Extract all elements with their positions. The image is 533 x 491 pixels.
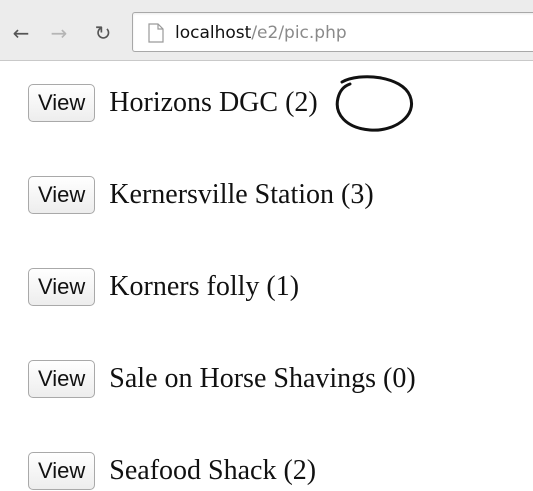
- item-name: Sale on Horse Shavings (0): [109, 363, 416, 394]
- list-item: View Horizons DGC (2): [28, 83, 318, 123]
- view-button[interactable]: View: [28, 84, 96, 122]
- item-name: Horizons DGC (2): [109, 87, 318, 118]
- list-item: View Korners folly (1): [28, 267, 299, 307]
- list-item: View Seafood Shack (2): [28, 451, 316, 491]
- item-name: Korners folly (1): [109, 271, 300, 302]
- annotation-circle: [335, 75, 414, 132]
- view-button[interactable]: View: [28, 176, 96, 214]
- item-name: Kernersville Station (3): [109, 179, 374, 210]
- item-name: Seafood Shack (2): [109, 455, 317, 486]
- view-button[interactable]: View: [28, 452, 96, 490]
- list-item: View Sale on Horse Shavings (0): [28, 359, 416, 399]
- item-list: View Horizons DGC (2) View Kernersville …: [0, 0, 533, 490]
- list-item: View Kernersville Station (3): [28, 175, 374, 215]
- view-button[interactable]: View: [28, 360, 96, 398]
- view-button[interactable]: View: [28, 268, 96, 306]
